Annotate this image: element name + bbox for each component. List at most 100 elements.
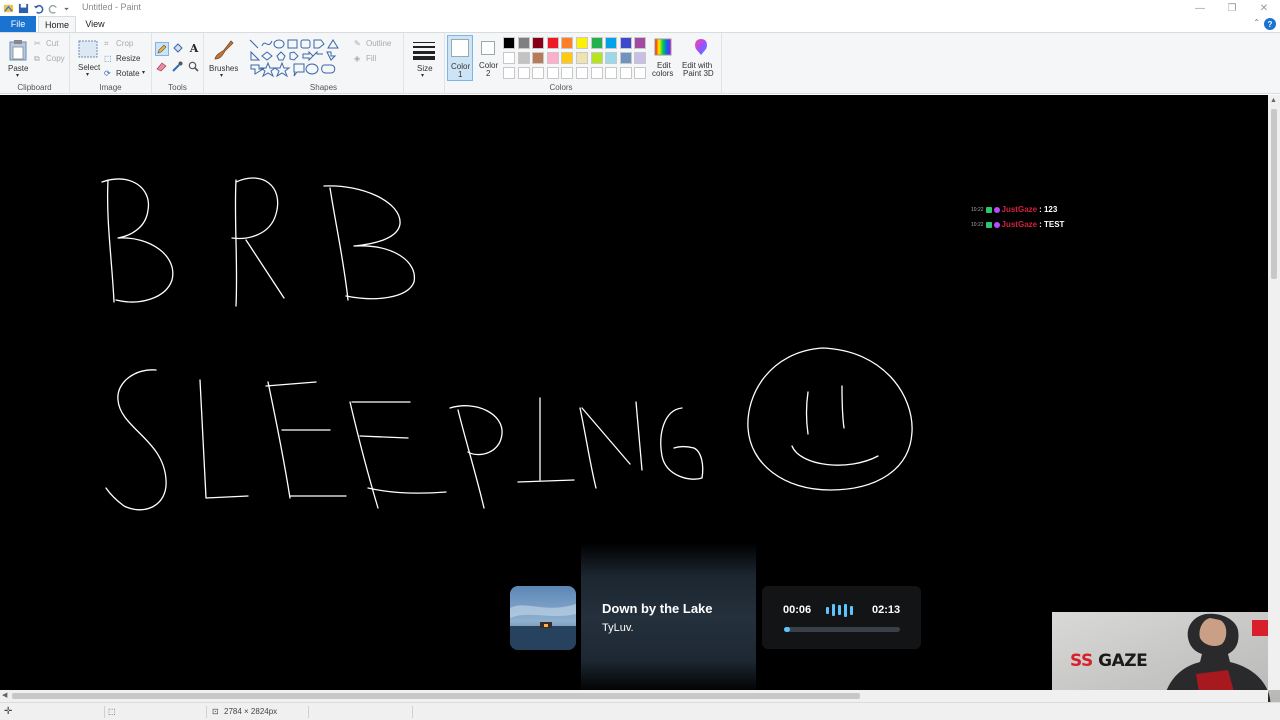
total-duration: 02:13	[872, 604, 901, 616]
tab-file[interactable]: File	[0, 16, 36, 32]
palette-swatch[interactable]	[546, 67, 559, 79]
shapes-gallery[interactable]	[248, 38, 346, 80]
selection-size-icon: ⬚	[108, 707, 116, 716]
line-size-icon	[413, 42, 435, 60]
redo-icon[interactable]	[48, 3, 59, 14]
palette-swatch[interactable]	[546, 37, 559, 49]
crop-icon: ⌗	[104, 39, 109, 48]
cut-button[interactable]: ✂ Cut	[34, 38, 68, 50]
horizontal-scroll-thumb[interactable]	[12, 693, 860, 699]
palette-swatch[interactable]	[532, 52, 545, 64]
outline-icon: ✎	[354, 39, 361, 48]
now-playing-info: Down by the Lake TyLuv.	[581, 543, 756, 693]
chat-username: JustGaze	[1001, 220, 1038, 229]
pencil-tool[interactable]	[155, 42, 169, 56]
palette-swatch[interactable]	[576, 52, 588, 64]
text-tool[interactable]: A	[187, 42, 201, 56]
brand-ss: SS	[1070, 651, 1093, 671]
palette-swatch[interactable]	[561, 52, 574, 64]
horizontal-scrollbar[interactable]: ◀	[0, 690, 1268, 702]
resize-button[interactable]: ⬚ Resize	[104, 53, 148, 65]
palette-swatch[interactable]	[517, 67, 530, 79]
vertical-scroll-thumb[interactable]	[1271, 109, 1277, 279]
palette-swatch[interactable]	[590, 52, 603, 64]
palette-swatch[interactable]	[532, 67, 545, 79]
palette-swatch[interactable]	[503, 67, 515, 79]
magnifier-tool[interactable]	[187, 60, 201, 74]
palette-swatch[interactable]	[605, 52, 618, 64]
palette-swatch[interactable]	[576, 67, 588, 79]
vertical-scrollbar[interactable]: ▲	[1268, 95, 1280, 690]
edit-with-paint3d-button[interactable]: Edit with Paint 3D	[681, 35, 721, 81]
colors-group: Color 1 Color 2 Edit colors Edit with Pa…	[444, 33, 722, 94]
fill-label[interactable]: Fill	[366, 54, 376, 63]
palette-swatch[interactable]	[619, 67, 632, 79]
scroll-up-icon[interactable]: ▲	[1270, 97, 1277, 104]
copy-label: Copy	[46, 54, 65, 63]
select-button[interactable]: Select ▾	[74, 37, 102, 79]
customize-qat-icon[interactable]	[63, 3, 70, 14]
minimize-button[interactable]: —	[1184, 0, 1216, 16]
palette-swatch[interactable]	[619, 37, 632, 49]
status-separator	[308, 706, 309, 718]
clipboard-group-label: Clipboard	[17, 83, 52, 92]
fill-icon: ◈	[354, 54, 361, 63]
paint-window: Untitled - Paint — ❐ ✕ File Home View ⌃ …	[0, 0, 1280, 720]
collapse-ribbon-icon[interactable]: ⌃	[1253, 18, 1260, 27]
size-button[interactable]: Size ▾	[408, 35, 440, 83]
palette-swatch[interactable]	[561, 37, 574, 49]
color2-button[interactable]: Color 2	[476, 35, 502, 81]
palette-swatch[interactable]	[546, 52, 559, 64]
palette-swatch[interactable]	[503, 37, 515, 49]
fill-tool[interactable]	[171, 42, 185, 56]
brushes-button[interactable]: Brushes ▾	[206, 35, 242, 83]
select-dropdown-icon: ▾	[86, 72, 90, 78]
palette-swatch[interactable]	[590, 67, 603, 79]
cut-label: Cut	[46, 39, 59, 48]
rotate-button[interactable]: ⟳ Rotate ▾	[104, 68, 148, 80]
palette-swatch[interactable]	[517, 52, 530, 64]
edit-colors-icon	[654, 38, 672, 56]
shapes-group: ✎ Outline ◈ Fill Shapes	[244, 33, 404, 94]
palette-swatch[interactable]	[576, 37, 588, 49]
palette-swatch[interactable]	[634, 67, 647, 79]
palette-swatch[interactable]	[561, 67, 574, 79]
clipboard-group: Paste ▾ ✂ Cut ⧉ Copy Clipboard	[0, 33, 70, 94]
image-group: Select ▾ ⌗ Crop ⬚ Resize ⟳ Rotate ▾ Imag…	[70, 33, 152, 94]
palette-swatch[interactable]	[532, 37, 545, 49]
scroll-left-icon[interactable]: ◀	[2, 691, 7, 699]
outline-label[interactable]: Outline	[366, 39, 391, 48]
music-player: 00:06 02:13	[762, 586, 921, 649]
edit-colors-button[interactable]: Edit colors	[649, 35, 677, 81]
restore-button[interactable]: ❐	[1216, 0, 1248, 16]
eraser-tool[interactable]	[155, 60, 169, 74]
song-title: Down by the Lake	[602, 601, 713, 616]
chat-username: JustGaze	[1001, 205, 1038, 214]
palette-swatch[interactable]	[634, 52, 647, 64]
undo-icon[interactable]	[33, 3, 44, 14]
tools-group-label: Tools	[168, 83, 187, 92]
color-picker-tool[interactable]	[171, 60, 185, 74]
chat-text: : TEST	[1039, 220, 1065, 229]
tab-view[interactable]: View	[80, 16, 110, 32]
palette-swatch[interactable]	[605, 37, 618, 49]
tab-home[interactable]: Home	[38, 16, 76, 32]
paste-button[interactable]: Paste ▾	[4, 35, 32, 79]
palette-swatch[interactable]	[517, 37, 530, 49]
crop-button[interactable]: ⌗ Crop	[104, 38, 148, 50]
palette-swatch[interactable]	[503, 52, 515, 64]
select-icon	[78, 40, 98, 58]
palette-swatch[interactable]	[634, 37, 647, 49]
palette-swatch[interactable]	[590, 37, 603, 49]
palette-swatch[interactable]	[619, 52, 632, 64]
color1-button[interactable]: Color 1	[447, 35, 473, 81]
chat-message: 10:22 JustGaze : TEST	[971, 217, 1064, 232]
brush-icon	[214, 40, 234, 60]
close-button[interactable]: ✕	[1248, 0, 1280, 16]
brushes-dropdown-icon: ▾	[220, 73, 224, 79]
copy-button[interactable]: ⧉ Copy	[34, 53, 68, 65]
paint3d-icon	[695, 39, 707, 55]
help-icon[interactable]: ?	[1264, 18, 1276, 30]
palette-swatch[interactable]	[605, 67, 618, 79]
save-icon[interactable]	[18, 3, 29, 14]
